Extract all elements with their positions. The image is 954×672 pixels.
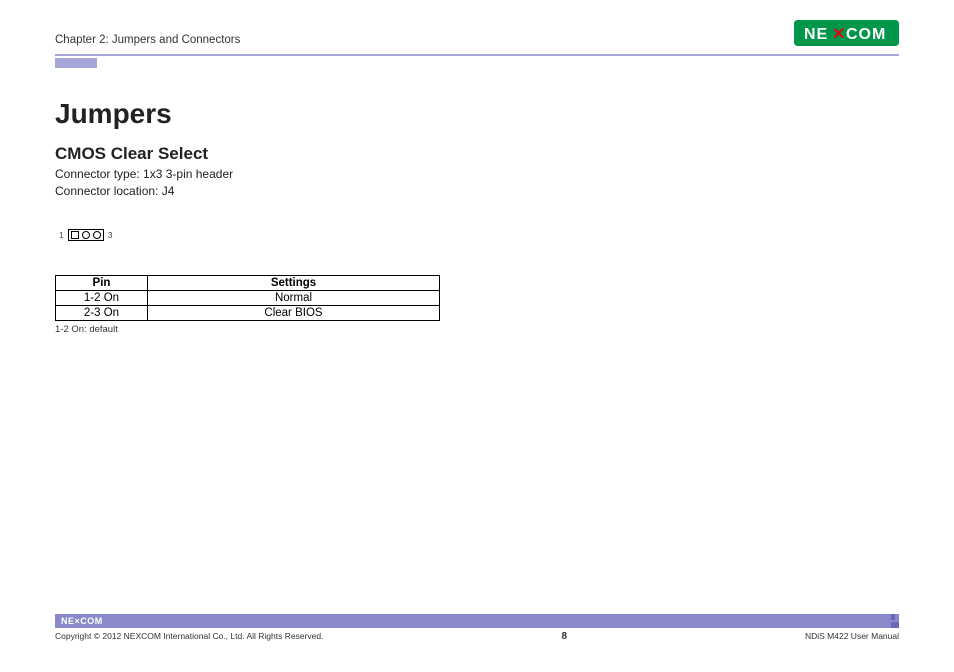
jumper-settings-table: Pin Settings 1-2 On Normal 2-3 On Clear … (55, 275, 440, 321)
pin-diagram: 1 3 (55, 229, 899, 241)
pin-label-right: 3 (108, 230, 113, 240)
svg-text:✕: ✕ (832, 26, 845, 43)
brand-logo-icon: NE ✕ COM (794, 20, 899, 46)
table-cell-pin: 2-3 On (56, 305, 148, 320)
table-cell-settings: Clear BIOS (148, 305, 440, 320)
page-title: Jumpers (55, 98, 899, 130)
table-row: Pin Settings (56, 275, 440, 290)
table-header-pin: Pin (56, 275, 148, 290)
manual-name: NDiS M422 User Manual (805, 631, 899, 641)
footer-decoration-icon (879, 614, 899, 628)
footer-brand-logo: NE×COM (61, 616, 103, 626)
table-note: 1-2 On: default (55, 324, 899, 335)
table-cell-pin: 1-2 On (56, 290, 148, 305)
header-divider (55, 54, 899, 56)
chapter-title: Chapter 2: Jumpers and Connectors (55, 34, 240, 46)
header-tab-marker (55, 58, 97, 68)
connector-type: Connector type: 1x3 3-pin header (55, 166, 899, 183)
table-header-settings: Settings (148, 275, 440, 290)
pin-header-icon (68, 229, 104, 241)
svg-text:COM: COM (846, 26, 886, 43)
table-cell-settings: Normal (148, 290, 440, 305)
section-title: CMOS Clear Select (55, 144, 899, 164)
connector-location: Connector location: J4 (55, 183, 899, 200)
page-number: 8 (561, 631, 567, 642)
pin-label-left: 1 (59, 230, 64, 240)
table-row: 2-3 On Clear BIOS (56, 305, 440, 320)
table-row: 1-2 On Normal (56, 290, 440, 305)
svg-text:NE: NE (804, 26, 828, 43)
footer-bar: NE×COM (55, 614, 899, 628)
copyright-text: Copyright © 2012 NEXCOM International Co… (55, 631, 323, 641)
